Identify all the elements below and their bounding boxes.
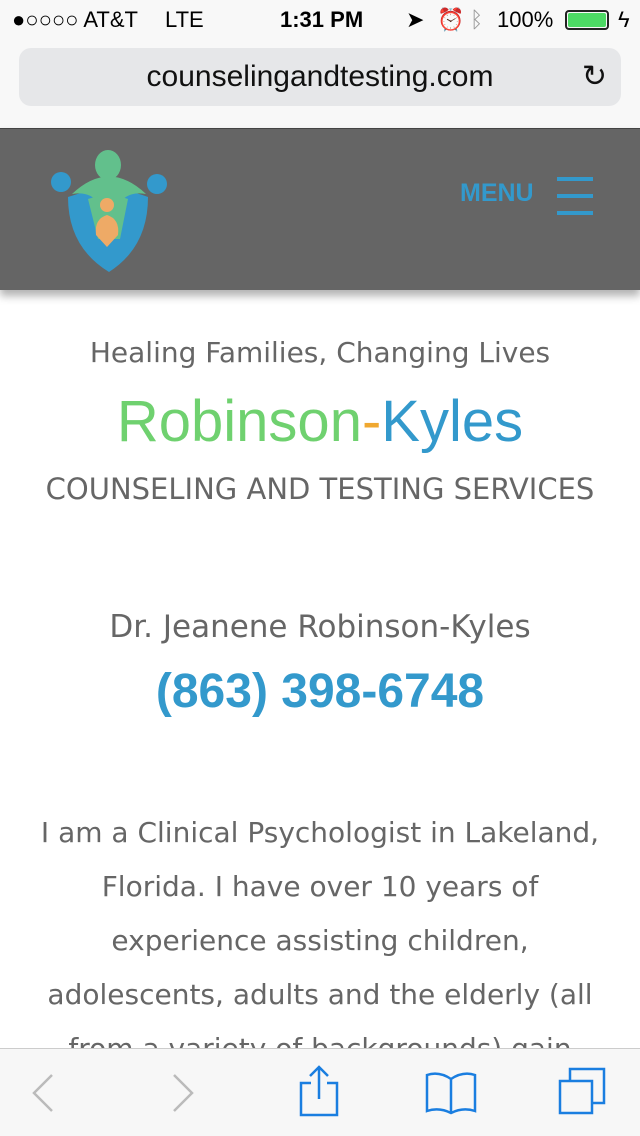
battery-icon bbox=[565, 10, 609, 30]
doctor-name: Dr. Jeanene Robinson-Kyles bbox=[109, 609, 531, 645]
alarm-icon: ⏰ bbox=[437, 7, 465, 32]
bookmarks-icon[interactable] bbox=[425, 1071, 477, 1115]
browser-toolbar bbox=[0, 1048, 640, 1136]
location-icon: ➤ bbox=[406, 7, 425, 32]
browser-bar: counselingandtesting.com ↻ bbox=[0, 40, 640, 128]
network: LTE bbox=[165, 7, 204, 32]
tabs-icon[interactable] bbox=[558, 1067, 606, 1117]
carrier: ●○○○○ AT&T bbox=[12, 7, 138, 32]
menu-button[interactable]: MENU bbox=[460, 179, 534, 208]
title-part2: Kyles bbox=[381, 389, 524, 454]
site-subtitle: COUNSELING AND TESTING SERVICES bbox=[45, 472, 595, 506]
battery-percent: 100% bbox=[497, 7, 554, 32]
url-field[interactable]: counselingandtesting.com ↻ bbox=[19, 48, 621, 106]
site-header: MENU bbox=[0, 128, 640, 290]
url-text: counselingandtesting.com bbox=[146, 60, 494, 93]
share-icon[interactable] bbox=[298, 1065, 340, 1117]
tagline: Healing Families, Changing Lives bbox=[89, 336, 551, 369]
charging-icon: ϟ bbox=[618, 7, 630, 32]
forward-icon[interactable] bbox=[170, 1071, 196, 1115]
logo[interactable] bbox=[48, 147, 170, 273]
title-part1: Robinson bbox=[116, 389, 362, 454]
clock: 1:31 PM bbox=[280, 7, 364, 32]
hamburger-icon[interactable] bbox=[557, 177, 593, 228]
back-icon[interactable] bbox=[30, 1071, 56, 1115]
phone-link[interactable]: (863) 398-6748 bbox=[0, 664, 640, 719]
intro-paragraph: I am a Clinical Psychologist in Lakeland… bbox=[40, 816, 600, 1065]
site-title: Robinson-Kyles bbox=[0, 388, 640, 455]
status-bar: ●○○○○ AT&T LTE 1:31 PM ➤ ⏰ ᛒ 100% ϟ bbox=[0, 0, 640, 40]
bluetooth-icon: ᛒ bbox=[470, 7, 484, 32]
title-dash: - bbox=[361, 389, 382, 454]
reload-icon[interactable]: ↻ bbox=[582, 48, 607, 106]
